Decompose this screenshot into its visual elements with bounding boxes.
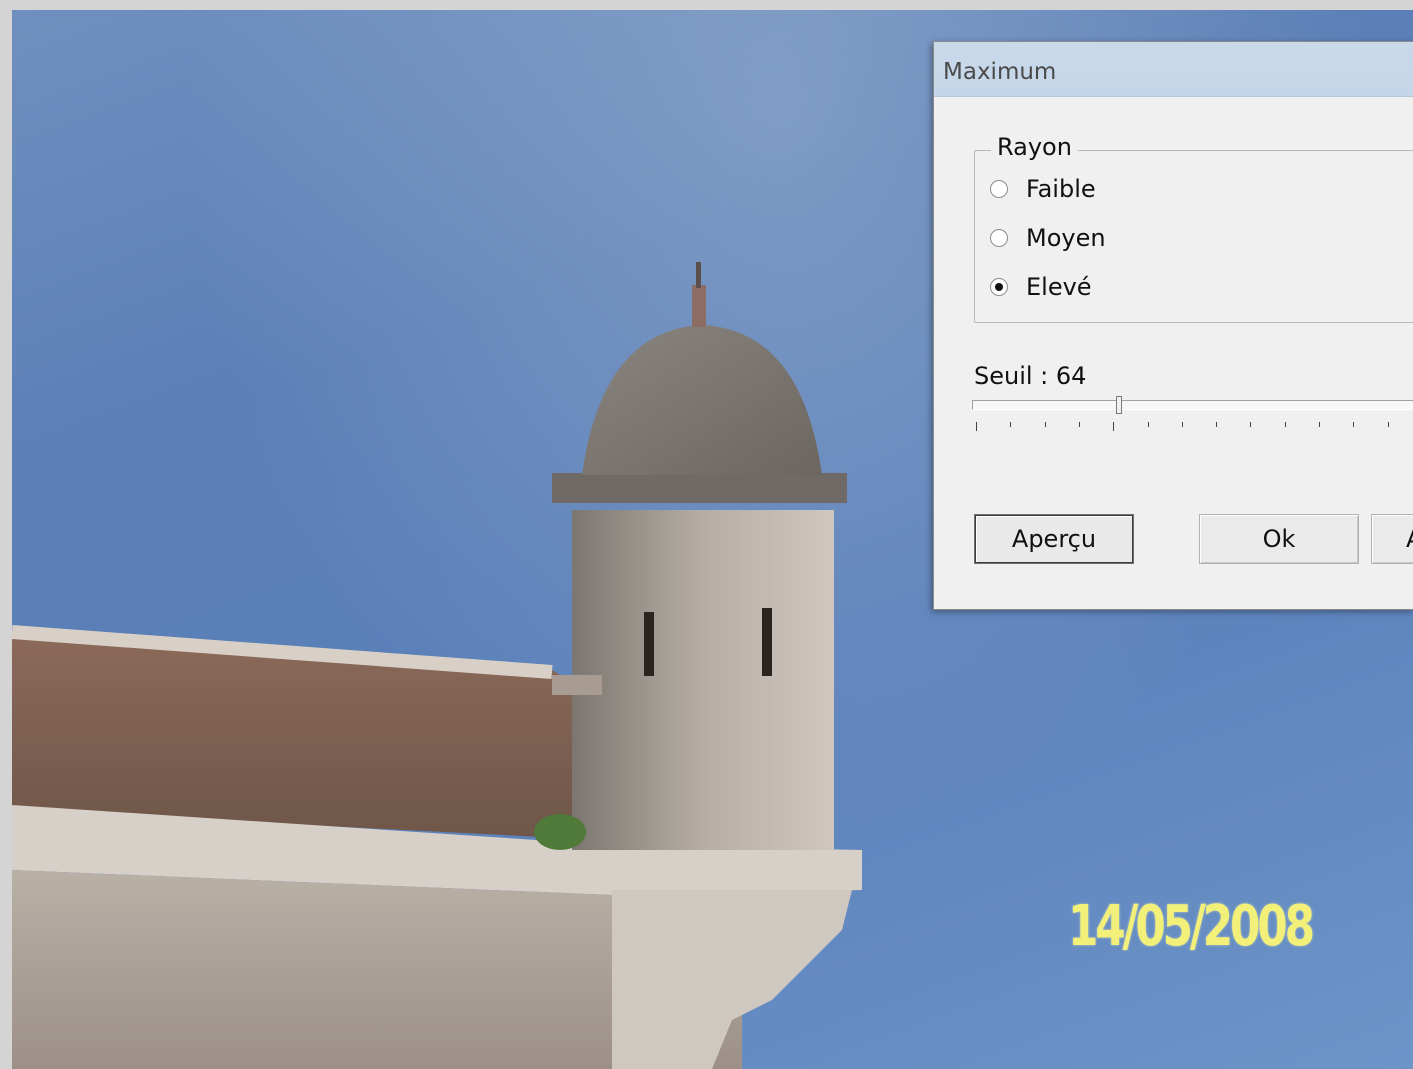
slider-tick [1387,422,1389,427]
maximum-dialog: Maximum Rayon Faible Moyen Elevé Seuil :… [933,41,1413,610]
dialog-title: Maximum [934,42,1413,97]
slider-thumb[interactable] [1116,396,1122,414]
rayon-groupbox: Rayon Faible Moyen Elevé [974,133,1413,323]
slider-tick [1250,422,1252,427]
slider-tick [1044,422,1046,427]
cancel-button[interactable]: A [1371,514,1413,564]
radio-button-icon[interactable] [990,229,1008,247]
slider-tick [1181,422,1183,427]
tower-body [572,510,834,850]
slider-tick [1147,422,1149,427]
seuil-label: Seuil : 64 [974,362,1087,390]
tower-cornice [552,473,847,503]
tower-finial [692,285,706,327]
slider-tick [1113,422,1115,431]
slider-tick [1010,422,1012,427]
slider-tick [1353,422,1355,427]
tower-window [644,612,654,676]
slider-tick [976,422,977,431]
slider-tick [1319,422,1320,427]
radio-label: Faible [1026,175,1096,203]
radio-label: Elevé [1026,273,1092,301]
radio-faible[interactable]: Faible [990,174,1096,204]
radio-button-icon[interactable] [990,180,1008,198]
preview-button[interactable]: Aperçu [974,514,1134,564]
date-stamp: 14/05/2008 [1068,894,1315,959]
slider-ticks [976,422,1413,432]
radio-button-icon[interactable] [990,278,1008,296]
tower-window [762,608,772,676]
radio-label: Moyen [1026,224,1106,252]
plant [534,814,586,850]
slider-tick [1284,422,1286,427]
slider-tick [1216,422,1218,427]
tower-dome [582,325,822,475]
radio-eleve[interactable]: Elevé [990,272,1092,302]
rayon-legend: Rayon [991,133,1078,161]
slider-tick [1078,422,1080,427]
ok-button[interactable]: Ok [1199,514,1359,564]
radio-moyen[interactable]: Moyen [990,223,1106,253]
seuil-slider[interactable] [972,396,1413,414]
